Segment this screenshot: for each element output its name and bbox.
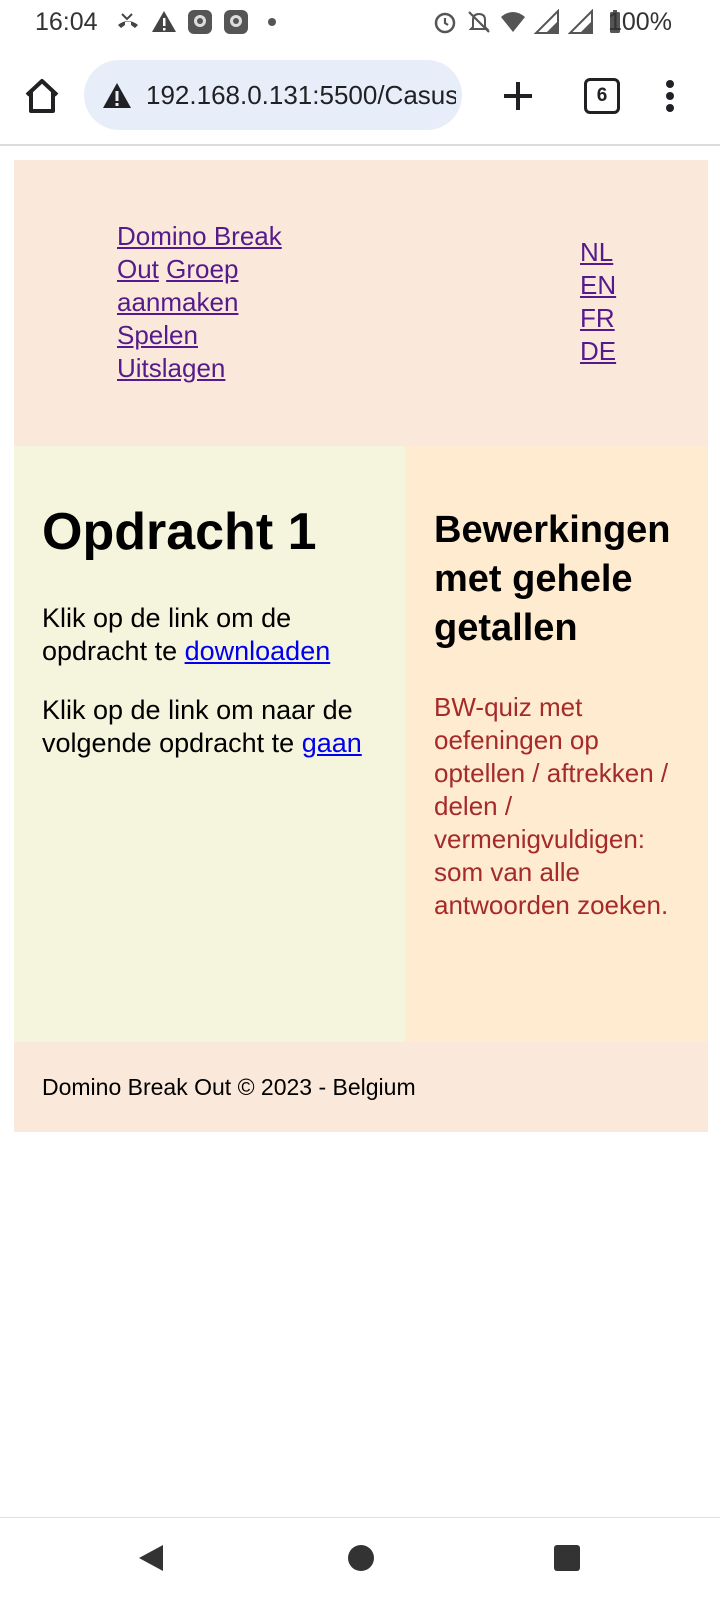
more-menu-icon[interactable] <box>654 76 686 116</box>
home-icon[interactable] <box>22 76 62 116</box>
nav-link-play[interactable]: Spelen <box>117 320 198 350</box>
aside-section: Bewerkingen met gehele getallen BW-quiz … <box>405 446 708 1042</box>
nav-link-results[interactable]: Uitslagen <box>117 353 225 383</box>
signal-icon <box>568 9 593 34</box>
download-instruction: Klik op de link om de opdracht te downlo… <box>42 602 377 668</box>
back-icon[interactable] <box>137 1543 165 1573</box>
download-link[interactable]: downloaden <box>185 636 331 666</box>
content-area: Opdracht 1 Klik op de link om de opdrach… <box>14 446 708 1042</box>
language-link-nl[interactable]: NL <box>580 236 640 269</box>
main-section: Opdracht 1 Klik op de link om de opdrach… <box>14 446 405 1042</box>
new-tab-icon[interactable] <box>498 76 538 116</box>
battery-percentage: 100% <box>608 8 672 36</box>
page-title: Opdracht 1 <box>42 503 317 561</box>
signal-icon <box>534 9 559 34</box>
recent-apps-icon[interactable] <box>554 1545 580 1571</box>
alarm-icon <box>434 12 456 34</box>
app-notification-icon <box>188 10 212 34</box>
web-page: Domino Break Out Groep aanmaken Spelen U… <box>14 160 708 1132</box>
mute-icon <box>468 11 490 33</box>
missed-call-icon <box>118 13 138 28</box>
warning-icon <box>152 11 176 32</box>
url-text[interactable]: 192.168.0.131:5500/Casus/opdracht1.html <box>146 80 456 111</box>
more-dot-icon <box>268 18 276 26</box>
aside-title: Bewerkingen met gehele getallen <box>434 509 671 649</box>
warning-icon[interactable] <box>102 82 132 110</box>
language-selector: NL EN FR DE <box>580 236 640 368</box>
status-time: 16:04 <box>35 8 98 36</box>
wifi-icon <box>501 12 525 32</box>
language-link-en[interactable]: EN <box>580 269 640 302</box>
main-nav: Domino Break Out Groep aanmaken Spelen U… <box>117 220 302 385</box>
aside-description: BW-quiz met oefeningen op optellen / aft… <box>434 692 669 920</box>
page-header: Domino Break Out Groep aanmaken Spelen U… <box>14 160 708 446</box>
language-link-fr[interactable]: FR <box>580 302 640 335</box>
next-instruction: Klik op de link om naar de volgende opdr… <box>42 694 377 760</box>
app-notification-icon <box>224 10 248 34</box>
tab-switcher-button[interactable]: 6 <box>584 78 620 114</box>
status-bar: 16:04 100% <box>0 0 720 48</box>
next-assignment-link[interactable]: gaan <box>302 728 362 758</box>
footer-text: Domino Break Out © 2023 - Belgium <box>42 1074 416 1100</box>
language-link-de[interactable]: DE <box>580 335 640 368</box>
browser-toolbar: 192.168.0.131:5500/Casus/opdracht1.html … <box>0 50 720 146</box>
address-bar[interactable]: 192.168.0.131:5500/Casus/opdracht1.html <box>84 60 462 130</box>
system-nav-bar <box>0 1517 720 1601</box>
home-circle-icon[interactable] <box>348 1545 374 1571</box>
page-footer: Domino Break Out © 2023 - Belgium <box>14 1042 708 1132</box>
